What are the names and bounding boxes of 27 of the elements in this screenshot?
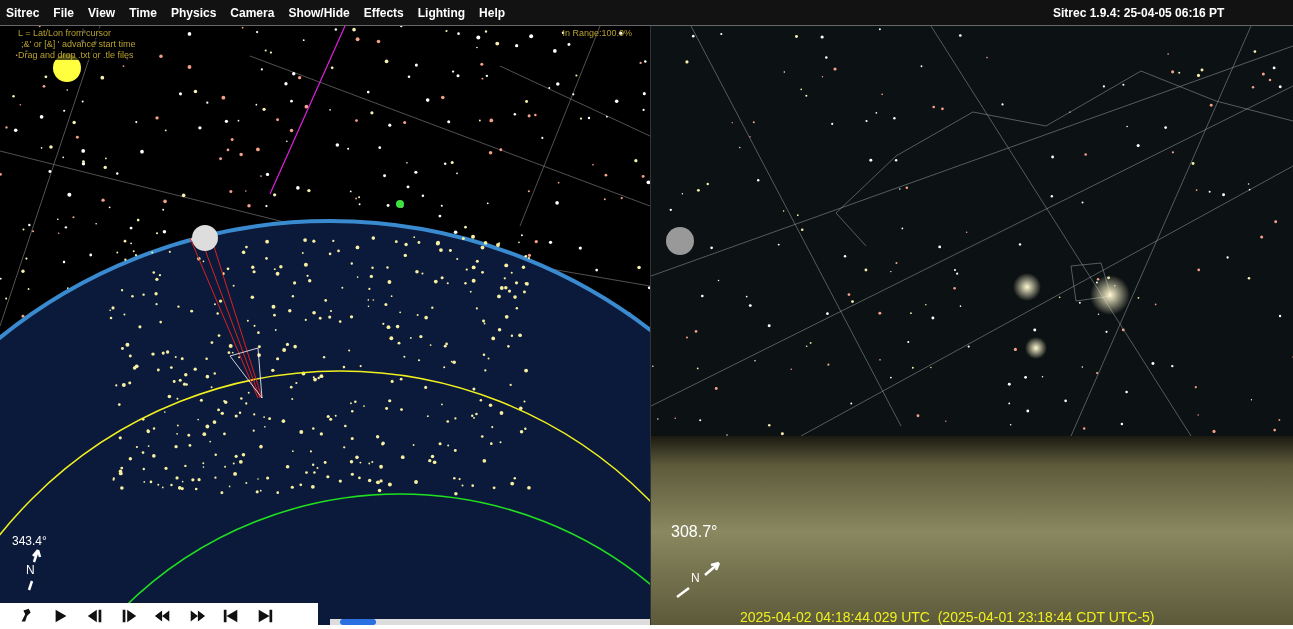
end-icon (256, 607, 274, 625)
menu-item[interactable]: Time (129, 5, 157, 20)
sky-view[interactable]: 308.7° N 2025-04-02 04:18:44.029 UTC (2025-04-01 23:18:44 CDT UTC-5) (651, 26, 1293, 625)
heading-label: 343.4° (12, 534, 47, 548)
menu-item[interactable]: Sitrec (6, 5, 40, 20)
menu-item[interactable]: Camera (230, 5, 275, 20)
step-forward-icon (120, 607, 138, 625)
compass-north-label: N (691, 571, 700, 585)
slider-thumb[interactable] (339, 619, 376, 625)
version-label: Sitrec 1.9.4: 25-04-05 06:16 PT (1052, 5, 1226, 20)
menu-item[interactable]: Physics (170, 5, 217, 20)
menu-item[interactable]: File (53, 5, 75, 20)
time-readout: 2025-04-02 04:18:44.029 UTC (2025-04-01 23:18:44 CDT UTC-5) (740, 609, 1155, 625)
help-text: L = Lat/Lon from cursor (18, 28, 111, 38)
help-text: ;&' or [&] ' advance start time (18, 39, 136, 49)
menu-item[interactable]: Help (479, 5, 506, 20)
in-range-label: In Range:100.0% (562, 28, 632, 38)
step-back-icon (86, 607, 104, 625)
menu-item[interactable]: Effects (363, 5, 404, 20)
menu-item[interactable]: Lighting (417, 5, 466, 20)
start-icon (222, 607, 240, 625)
time-slider[interactable] (330, 619, 650, 625)
menu-item[interactable]: Show/Hide (288, 5, 350, 20)
menu-item[interactable]: View (88, 5, 116, 20)
heading-label: 308.7° (671, 523, 718, 541)
compass-arrow-icon (675, 559, 721, 599)
compass-north-label: N (26, 563, 35, 577)
